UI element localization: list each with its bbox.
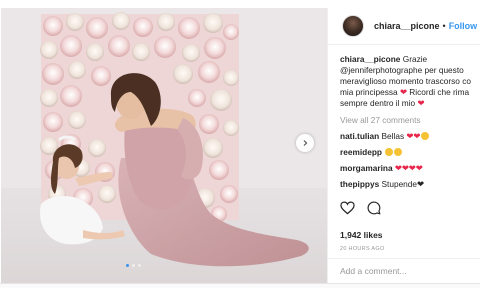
add-comment-input[interactable]: Add a comment... (328, 258, 480, 283)
comment-item: nati.tulian Bellas ❤❤ (340, 131, 480, 142)
post-header: chiara__picone • Follow (328, 8, 480, 45)
caption-text: Grazie (402, 54, 428, 64)
comment-username[interactable]: thepippys (340, 179, 379, 189)
caption-line: chiara__picone Grazie (340, 54, 480, 65)
username-link[interactable]: chiara__picone (374, 21, 440, 31)
instagram-post-page: chiara__picone • Follow chiara__picone G… (0, 0, 480, 288)
heart-outline-icon[interactable] (340, 201, 355, 215)
comment-item: thepippys Stupende❤ (340, 179, 480, 190)
caption-line: @jenniferphotographe per questo (340, 65, 480, 76)
caption-text: mia principessa (340, 87, 398, 97)
view-all-comments-link[interactable]: View all 27 comments (340, 115, 480, 126)
comment-item: morgamarina ❤❤❤❤ (340, 163, 480, 174)
caption-username[interactable]: chiara__picone (340, 54, 400, 64)
carousel-indicator (126, 264, 141, 267)
heart-eyes-emoji-icon (394, 148, 403, 156)
post-actions (340, 201, 381, 215)
caption-text: meraviglioso momento trascorso co (340, 76, 471, 86)
comment-bubble-icon[interactable] (367, 201, 381, 215)
black-heart-emoji-icon: ❤ (417, 179, 424, 189)
caption-text: sempre dentro il mio (340, 98, 416, 108)
chevron-right-icon (303, 140, 308, 146)
comments-section: chiara__picone Grazie @jenniferphotograp… (340, 54, 480, 190)
heart-emoji-icon: ❤ (417, 98, 425, 108)
caption-line: meraviglioso momento trascorso co (340, 76, 480, 87)
separator-dot: • (442, 21, 446, 31)
caption-line: sempre dentro il mio ❤ (340, 98, 480, 109)
caption-mention[interactable]: @jenniferphotographe per questo (340, 65, 464, 75)
heart-emoji-icon: ❤❤❤❤ (394, 163, 423, 173)
heart-emoji-icon: ❤❤ (406, 131, 421, 141)
post-timestamp: 20 HOURS AGO (340, 246, 385, 252)
carousel-dot (132, 264, 135, 267)
carousel-next-button[interactable] (296, 134, 314, 152)
comment-username[interactable]: reemidepp (340, 147, 382, 157)
top-bar (0, 0, 480, 8)
heart-eyes-emoji-icon (385, 148, 394, 156)
heart-emoji-icon: ❤ (399, 87, 407, 97)
photo-image (1, 8, 327, 283)
carousel-dot (138, 264, 141, 267)
comment-item: reemidepp (340, 147, 480, 158)
avatar[interactable] (342, 15, 364, 37)
comment-text: Stupende (381, 179, 418, 189)
follow-button[interactable]: Follow (449, 21, 478, 31)
bottom-border (0, 283, 480, 288)
carousel-dot (126, 264, 129, 267)
caption-line: mia principessa ❤ Ricordi che rima (340, 87, 480, 98)
post-sidebar: chiara__picone • Follow chiara__picone G… (327, 8, 480, 283)
comment-text: Bellas (381, 131, 405, 141)
comment-username[interactable]: nati.tulian (340, 131, 379, 141)
smile-emoji-icon (421, 132, 430, 140)
post-photo[interactable] (1, 8, 327, 283)
caption-text: Ricordi che rima (409, 87, 470, 97)
comment-username[interactable]: morgamarina (340, 163, 393, 173)
likes-count[interactable]: 1,942 likes (340, 230, 383, 240)
